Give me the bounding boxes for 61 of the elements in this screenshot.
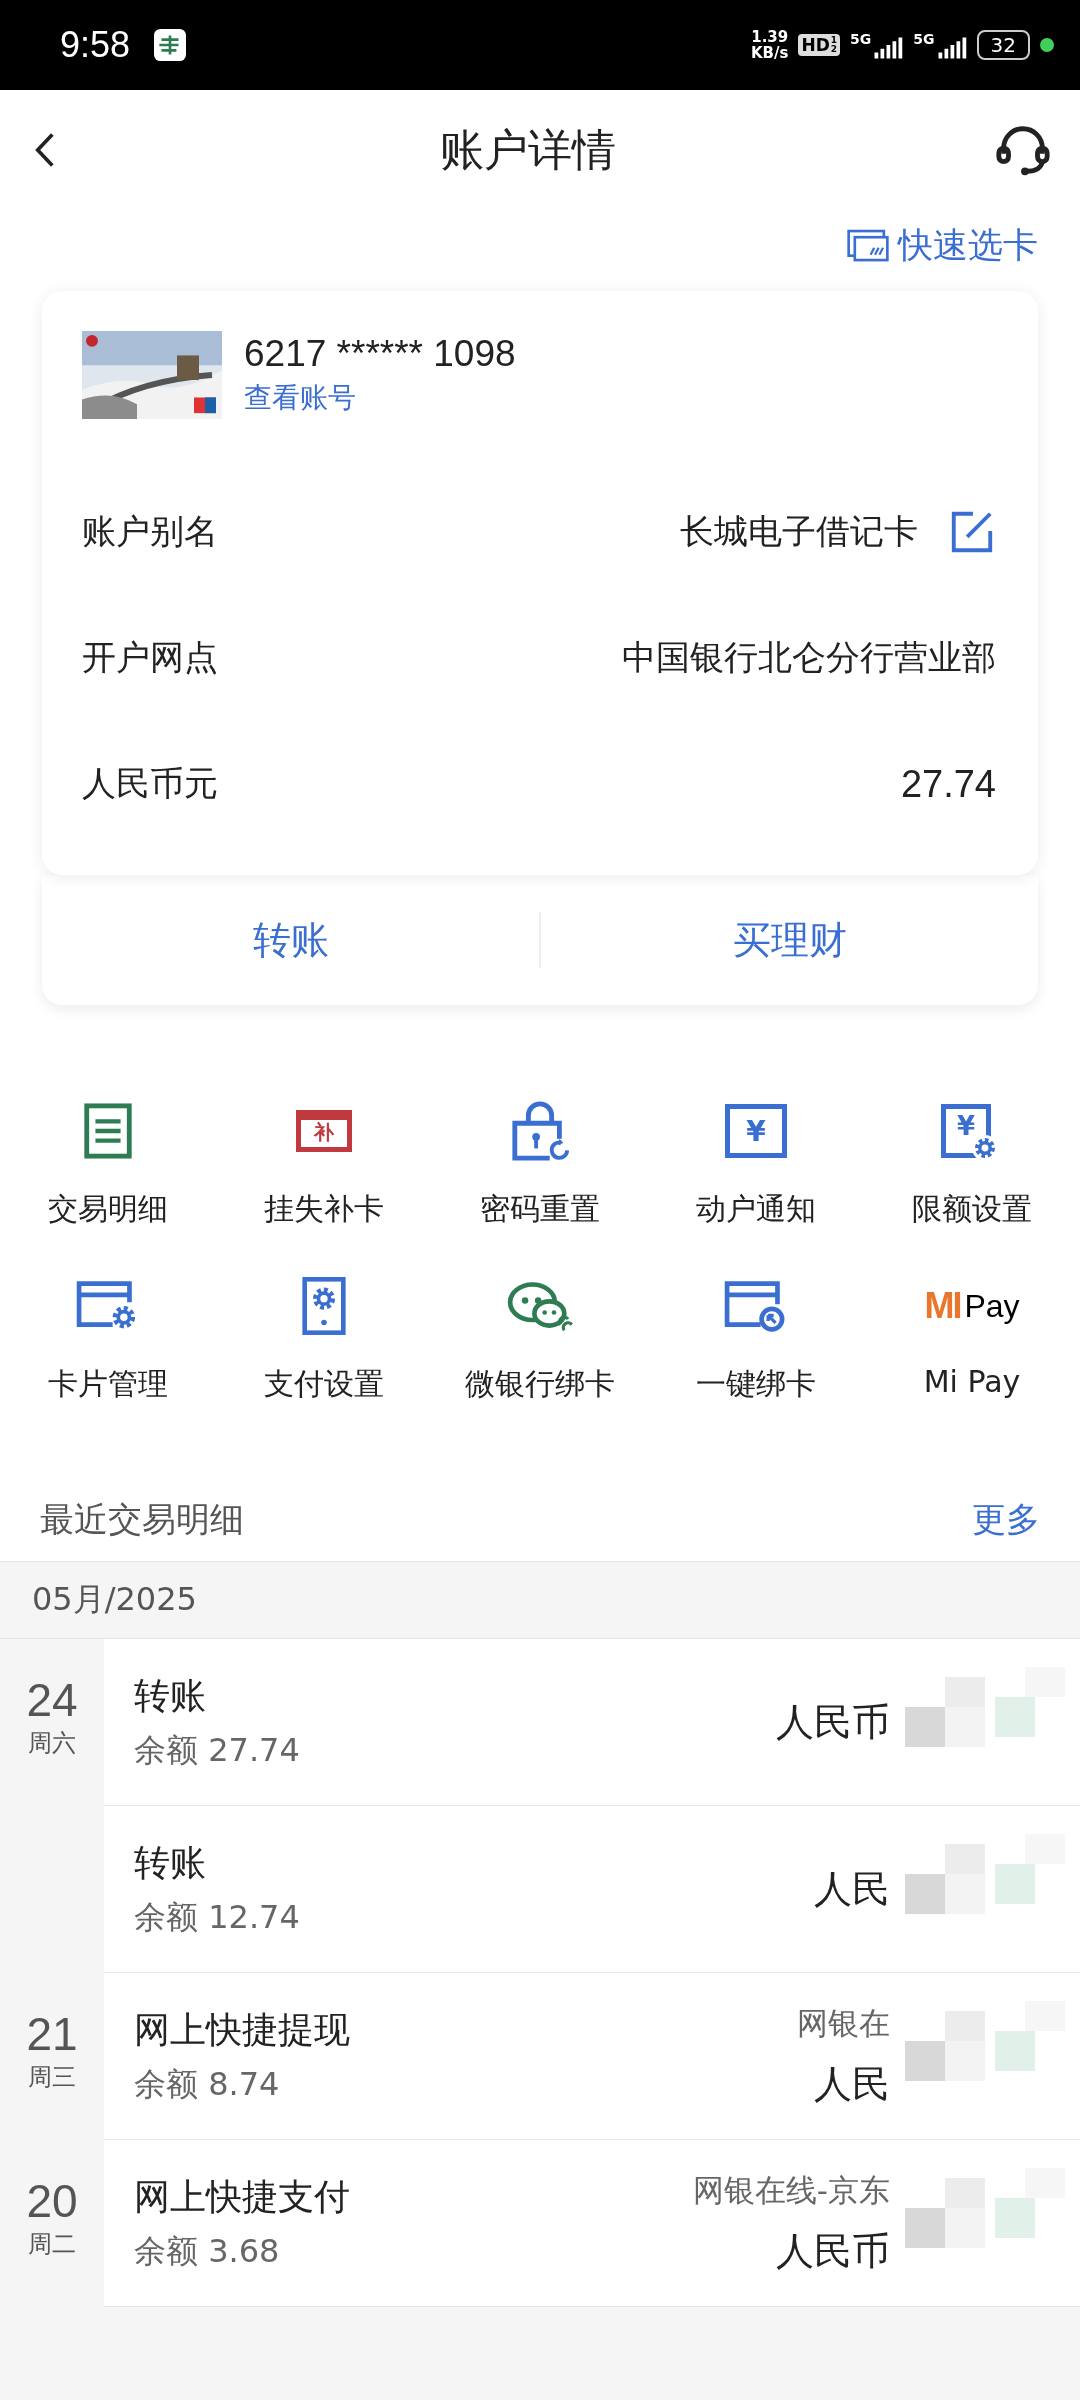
back-icon: [34, 131, 56, 169]
transaction-amount: 人民币: [776, 1698, 890, 1746]
field-value: 长城电子借记卡: [680, 510, 918, 553]
transaction-amount: 人民: [814, 1865, 890, 1913]
signal-icon: [873, 37, 904, 59]
battery-indicator: 32: [976, 30, 1030, 60]
transaction-amount: 人民: [814, 2060, 890, 2108]
field-value: 27.74: [900, 762, 996, 806]
field-label: 开户网点: [82, 636, 219, 679]
network-type: 5G: [913, 31, 935, 47]
more-link[interactable]: 更多: [972, 1497, 1040, 1543]
status-dot-icon: [1040, 38, 1054, 52]
transaction-balance: 余额 8.74: [134, 2063, 281, 2105]
notice-icon: ¥: [725, 1104, 787, 1158]
mi-pay-logo: MI Pay: [924, 1285, 1020, 1327]
card-action-button[interactable]: 转账: [42, 875, 539, 1005]
day-number: 21: [26, 2007, 78, 2061]
field-label: 账户别名: [82, 510, 219, 553]
signal-icon: [936, 37, 967, 59]
field-value: 中国银行北仑分行营业部: [622, 636, 996, 679]
merchant-name: 网银在: [797, 2003, 890, 2043]
status-time: 9:58: [60, 24, 131, 66]
card-number: 6217 ****** 1098: [244, 333, 516, 375]
page-title: 账户详情: [440, 122, 616, 177]
day-number: 20: [26, 2174, 78, 2228]
month-label: 05月/2025: [32, 1579, 197, 1620]
section-title: 最近交易明细: [40, 1498, 244, 1541]
transaction-title: 网上快捷支付: [134, 2174, 351, 2219]
transaction-amount: 人民币: [776, 2227, 890, 2275]
quick-select-card-button[interactable]: 快速选卡: [846, 218, 1038, 273]
view-account-link[interactable]: 查看账号: [244, 379, 516, 417]
weekday: 周二: [28, 2229, 76, 2260]
app-notification-icon: [154, 29, 187, 61]
service-shortcut[interactable]: 交易明细: [0, 1095, 216, 1230]
transaction-balance: 余额 12.74: [134, 1896, 301, 1938]
service-shortcut[interactable]: 一键绑卡: [648, 1270, 864, 1405]
service-shortcut[interactable]: MI Pay Mi Pay: [864, 1270, 1080, 1405]
card-action-button[interactable]: 买理财: [541, 875, 1038, 1005]
field-label: 人民币元: [82, 762, 219, 805]
day-number: 24: [26, 1673, 78, 1727]
weekday: 周六: [28, 1728, 76, 1759]
transaction-balance: 余额 3.68: [134, 2230, 281, 2272]
service-shortcut[interactable]: ¥ 限额设置: [864, 1095, 1080, 1230]
service-shortcut[interactable]: 卡片管理: [0, 1270, 216, 1405]
network-speed: 1.39 KB/s: [751, 29, 789, 61]
service-shortcut[interactable]: 微银行绑卡: [432, 1270, 648, 1405]
transaction-title: 转账: [134, 1673, 207, 1718]
transaction-balance: 余额 27.74: [134, 1729, 301, 1771]
transaction-title: 网上快捷提现: [134, 2007, 351, 2052]
transaction-row[interactable]: 网上快捷支付 余额 3.68 网银在线-京东 人民币: [104, 2140, 1080, 2307]
service-shortcut[interactable]: ¥ 动户通知: [648, 1095, 864, 1230]
network-type: 5G: [850, 31, 872, 47]
weekday: 周三: [28, 2062, 76, 2093]
service-shortcut[interactable]: 补 挂失补卡: [216, 1095, 432, 1230]
transaction-row[interactable]: 转账 余额 27.74 人民币: [104, 1639, 1080, 1806]
service-shortcut[interactable]: 密码重置: [432, 1095, 648, 1230]
merchant-name: 网银在线-京东: [692, 2170, 890, 2210]
card-replace-icon: 补: [296, 1110, 352, 1152]
card-stack-icon: [846, 227, 890, 264]
service-shortcut[interactable]: 支付设置: [216, 1270, 432, 1405]
transaction-title: 转账: [134, 1840, 207, 1885]
